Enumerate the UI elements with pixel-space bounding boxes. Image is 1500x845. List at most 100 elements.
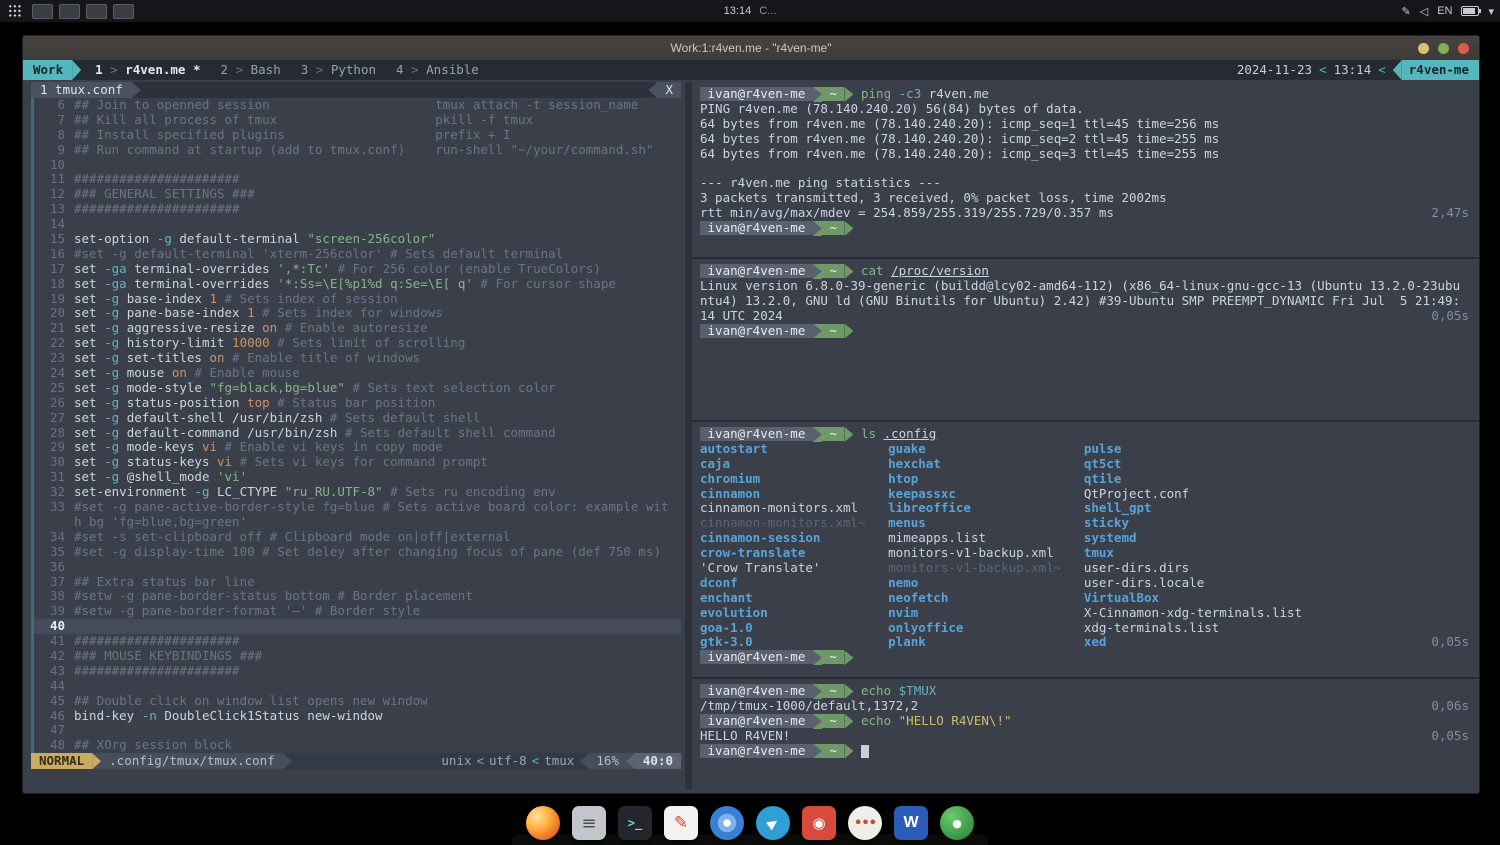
edit-icon[interactable]: ✎ bbox=[1402, 5, 1411, 18]
screen-recorder-icon[interactable]: ◉ bbox=[802, 806, 836, 840]
terminal-line: gtk-3.0 plank xed0,05s bbox=[700, 635, 1473, 650]
tmux-date: 2024-11-23 bbox=[1237, 60, 1312, 80]
terminal-line: ivan@r4ven-me ~ bbox=[700, 650, 1473, 665]
desktop: 13:14 C... ✎ ◁ EN ▾ Work:1:r4ven.me - "r… bbox=[0, 0, 1500, 845]
editor-line: 30set -g status-keys vi # Sets vi keys f… bbox=[34, 455, 681, 470]
editor-line: 37## Extra status bar line bbox=[34, 575, 681, 590]
tmux-window-tab[interactable]: 1 > r4ven.me * bbox=[87, 60, 212, 80]
editor-line: 47 bbox=[34, 723, 681, 738]
tmux-panes: 1 tmux.conf X 6## Join to openned sessio… bbox=[23, 80, 1479, 793]
open-window-button[interactable] bbox=[86, 4, 107, 19]
volume-icon[interactable]: ◁ bbox=[1420, 5, 1428, 18]
editor-line: 22set -g history-limit 10000 # Sets limi… bbox=[34, 336, 681, 351]
tmux-session-name: Work bbox=[23, 60, 72, 80]
vim-statusline: NORMAL .config/tmux/tmux.conf unix<utf-8… bbox=[31, 753, 681, 769]
battery-icon[interactable] bbox=[1461, 6, 1479, 16]
vim-mode-indicator: NORMAL bbox=[31, 753, 92, 769]
terminal-line: ivan@r4ven-me ~ cat /proc/version bbox=[700, 264, 1473, 279]
pane-divider[interactable] bbox=[685, 82, 692, 789]
editor-line: 41###################### bbox=[34, 634, 681, 649]
tmux-pane[interactable]: ivan@r4ven-me ~ ping -c3 r4ven.mePING r4… bbox=[692, 82, 1479, 259]
close-button[interactable] bbox=[1458, 43, 1469, 54]
vim-file-path: .config/tmux/tmux.conf bbox=[101, 753, 283, 769]
editor-line: 12### GENERAL SETTINGS ### bbox=[34, 187, 681, 202]
tmux-window-tab[interactable]: 4 > Ansible bbox=[388, 60, 491, 80]
editor-buffer[interactable]: 6## Join to openned session tmux attach … bbox=[31, 98, 681, 753]
editor-line: 28set -g default-command /usr/bin/zsh # … bbox=[34, 426, 681, 441]
powerline-arrow-icon bbox=[132, 82, 141, 98]
clock-time: 13:14 bbox=[724, 5, 752, 17]
vim-tab-close-button[interactable]: X bbox=[657, 82, 681, 98]
editor-line: 16#set -g default-terminal 'xterm-256col… bbox=[34, 247, 681, 262]
editor-line: 39#setw -g pane-border-format '—' # Bord… bbox=[34, 604, 681, 619]
terminal-icon[interactable]: >_ bbox=[618, 806, 652, 840]
telegram-icon[interactable]: ▶ bbox=[756, 806, 790, 840]
maximize-button[interactable] bbox=[1438, 43, 1449, 54]
editor-line: 15set-option -g default-terminal "screen… bbox=[34, 232, 681, 247]
tmux-time: 13:14 bbox=[1334, 60, 1372, 80]
chevron-left-icon: < bbox=[1371, 60, 1393, 80]
vim-pane[interactable]: 1 tmux.conf X 6## Join to openned sessio… bbox=[31, 82, 681, 789]
editor-line: 29set -g mode-keys vi # Enable vi keys i… bbox=[34, 440, 681, 455]
terminal-line: --- r4ven.me ping statistics --- bbox=[700, 176, 1473, 191]
editor-line: 48## XOrg session block bbox=[34, 738, 681, 753]
open-window-button[interactable] bbox=[32, 4, 53, 19]
open-window-button[interactable] bbox=[113, 4, 134, 19]
tmux-pane[interactable]: ivan@r4ven-me ~ echo $TMUX/tmp/tmux-1000… bbox=[692, 679, 1479, 789]
terminal-line: caja hexchat qt5ct bbox=[700, 457, 1473, 472]
tmux-status-bar: Work 1 > r4ven.me *2 > Bash3 > Python4 >… bbox=[23, 60, 1479, 80]
terminal-window: Work:1:r4ven.me - "r4ven-me" Work 1 > r4… bbox=[22, 35, 1480, 794]
editor-line: 7## Kill all process of tmux pkill -f tm… bbox=[34, 113, 681, 128]
command-duration: 0,05s bbox=[1431, 309, 1469, 324]
minimize-button[interactable] bbox=[1418, 43, 1429, 54]
app-menu-icon[interactable] bbox=[8, 4, 22, 18]
terminal-line: ivan@r4ven-me ~ ls .config bbox=[700, 427, 1473, 442]
editor-line: 25set -g mode-style "fg=black,bg=blue" #… bbox=[34, 381, 681, 396]
terminal-line: enchant neofetch VirtualBox bbox=[700, 591, 1473, 606]
editor-line: 21set -g aggressive-resize on # Enable a… bbox=[34, 321, 681, 336]
command-duration: 0,06s bbox=[1431, 699, 1469, 714]
editor-line: 33#set -g pane-active-border-style fg=bl… bbox=[34, 500, 681, 515]
tmux-pane[interactable]: ivan@r4ven-me ~ cat /proc/versionLinux v… bbox=[692, 259, 1479, 422]
keyboard-layout[interactable]: EN bbox=[1437, 5, 1452, 17]
terminal-line: rtt min/avg/max/mdev = 254.859/255.319/2… bbox=[700, 206, 1473, 221]
chevron-left-icon: < bbox=[1312, 60, 1334, 80]
open-window-button[interactable] bbox=[59, 4, 80, 19]
editor-line: 6## Join to openned session tmux attach … bbox=[34, 98, 681, 113]
text-cursor bbox=[861, 745, 869, 758]
terminal-line: evolution nvim X-Cinnamon-xdg-terminals.… bbox=[700, 606, 1473, 621]
green-app-icon[interactable]: ● bbox=[940, 806, 974, 840]
window-titlebar[interactable]: Work:1:r4ven.me - "r4ven-me" bbox=[23, 36, 1479, 60]
tmux-window-tab[interactable]: 3 > Python bbox=[293, 60, 388, 80]
editor-line: 42### MOUSE KEYBINDINGS ### bbox=[34, 649, 681, 664]
shell-panes-column: ivan@r4ven-me ~ ping -c3 r4ven.mePING r4… bbox=[692, 82, 1479, 789]
clock[interactable]: 13:14 C... bbox=[724, 5, 777, 17]
powerline-arrow-icon bbox=[580, 753, 589, 769]
text-editor-icon[interactable]: ≡ bbox=[572, 806, 606, 840]
editor-line: 14 bbox=[34, 217, 681, 232]
command-duration: 0,05s bbox=[1431, 729, 1469, 744]
chromium-icon[interactable] bbox=[710, 806, 744, 840]
terminal-line: 64 bytes from r4ven.me (78.140.240.20): … bbox=[700, 132, 1473, 147]
terminal-line: HELLO R4VEN!0,05s bbox=[700, 729, 1473, 744]
powerline-arrow-icon bbox=[92, 753, 101, 769]
vim-tab-active[interactable]: 1 tmux.conf bbox=[31, 82, 132, 98]
editor-line: 40 bbox=[34, 619, 681, 634]
tmux-pane[interactable]: ivan@r4ven-me ~ ls .configautostart guak… bbox=[692, 422, 1479, 679]
tmux-window-tab[interactable]: 2 > Bash bbox=[213, 60, 293, 80]
dock-items: ≡ >_ ✎ ▶ ◉ ••• W ● bbox=[526, 806, 974, 845]
terminal-line: dconf nemo user-dirs.locale bbox=[700, 576, 1473, 591]
vim-statusline-fill bbox=[292, 753, 436, 769]
writer-icon[interactable]: ✎ bbox=[664, 806, 698, 840]
terminal-line: ivan@r4ven-me ~ ping -c3 r4ven.me bbox=[700, 87, 1473, 102]
tray-caret-icon[interactable]: ▾ bbox=[1488, 5, 1494, 18]
terminal-line: ntu4) 13.2.0, GNU ld (GNU Binutils for U… bbox=[700, 294, 1473, 309]
firefox-icon[interactable] bbox=[526, 806, 560, 840]
taskbar: 13:14 C... ✎ ◁ EN ▾ bbox=[0, 0, 1500, 22]
media-icon[interactable]: ••• bbox=[848, 806, 882, 840]
word-icon[interactable]: W bbox=[894, 806, 928, 840]
terminal-line: 14 UTC 20240,05s bbox=[700, 309, 1473, 324]
editor-line: 36 bbox=[34, 560, 681, 575]
window-controls bbox=[1418, 43, 1469, 54]
editor-line: 43###################### bbox=[34, 664, 681, 679]
